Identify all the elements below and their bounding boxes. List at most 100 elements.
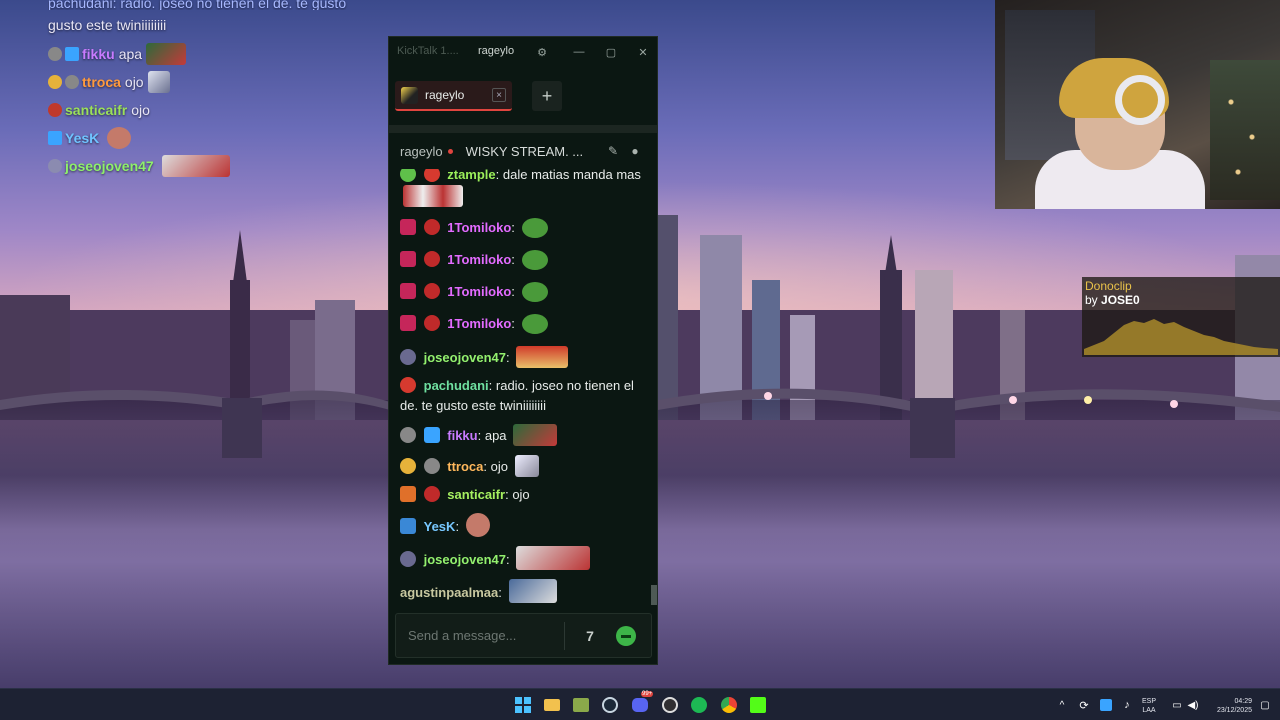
overlay-text: ojo — [131, 102, 150, 118]
window-titlebar[interactable]: KickTalk 1.... rageylo ⚙ — ▢ ✕ — [389, 37, 657, 67]
badge-icon — [400, 486, 416, 502]
webcam-feed — [995, 0, 1280, 209]
overlay-username: fikku — [82, 46, 115, 62]
badge-icon — [423, 283, 440, 299]
emote-icon — [508, 579, 557, 603]
microphone-icon[interactable]: ♪ — [1118, 696, 1136, 714]
emote-icon — [147, 71, 170, 93]
message-text: apa — [484, 428, 507, 443]
tab-close-icon[interactable]: × — [492, 88, 506, 102]
scrollbar-track[interactable] — [651, 169, 657, 606]
message-username[interactable]: santicaifr — [447, 487, 505, 502]
minimize-icon[interactable]: — — [570, 43, 588, 61]
message-username[interactable]: ttroca — [447, 459, 483, 474]
message-separator: : — [506, 552, 510, 567]
discord-icon[interactable]: 99+ — [631, 691, 654, 714]
app-icon[interactable] — [572, 696, 590, 714]
message-username[interactable]: fikku — [447, 428, 477, 443]
headphones-icon — [1115, 75, 1165, 125]
close-icon[interactable]: ✕ — [634, 43, 652, 61]
badge-icon — [48, 47, 62, 61]
pin-icon[interactable]: ✎ — [605, 143, 621, 159]
emote-icon — [107, 127, 132, 149]
overlay-line: santicaifr ojo — [48, 96, 368, 124]
send-icon[interactable] — [616, 626, 636, 646]
message-separator: : — [488, 378, 493, 393]
badge-icon — [400, 219, 416, 235]
chrome-icon[interactable] — [720, 696, 738, 714]
steam-icon[interactable] — [601, 696, 619, 714]
badge-icon — [400, 458, 416, 474]
message-username[interactable]: joseojoven47 — [424, 350, 506, 365]
message-username[interactable]: pachudani — [424, 378, 489, 393]
message-input[interactable] — [408, 628, 558, 643]
divider — [564, 622, 565, 650]
live-indicator — [447, 148, 453, 154]
badge-icon — [423, 251, 440, 267]
audio-waveform — [1084, 319, 1278, 355]
emote-picker-icon[interactable]: 7 — [579, 626, 601, 646]
message-username[interactable]: YesK — [424, 519, 456, 534]
badge-icon — [400, 283, 416, 299]
maximize-icon[interactable]: ▢ — [602, 43, 620, 61]
badge-icon — [400, 251, 416, 267]
message-username[interactable]: joseojoven47 — [424, 552, 506, 567]
message-username[interactable]: 1Tomiloko — [447, 220, 511, 235]
message-username[interactable]: agustinpaalmaa — [400, 585, 498, 600]
avatar — [401, 86, 418, 104]
file-explorer-icon[interactable] — [543, 696, 561, 714]
badge-icon — [400, 377, 416, 393]
taskbar: 99+ ^ ⟳ ♪ ESP LAA ▭ ◀) 04:29 23/12/2025 … — [0, 688, 1280, 720]
chat-message: joseojoven47: — [400, 346, 648, 368]
language-indicator[interactable]: ESP LAA — [1138, 697, 1160, 715]
message-username[interactable]: 1Tomiloko — [447, 316, 511, 331]
chevron-up-icon[interactable]: ^ — [1053, 696, 1071, 714]
clock-time: 04:29 — [1234, 698, 1252, 705]
badge-icon — [48, 103, 62, 117]
channel-header: rageylo WISKY STREAM. ... ✎ ● — [389, 133, 657, 169]
windows-start-icon[interactable] — [514, 696, 532, 714]
badge-icon — [400, 169, 416, 182]
donoclip-by: by JOSE0 — [1085, 293, 1140, 307]
overlay-line: YesK — [48, 124, 368, 152]
message-username[interactable]: ztample — [447, 169, 495, 182]
message-composer: 7 — [395, 613, 652, 658]
message-separator: : — [511, 316, 515, 331]
badge-icon — [48, 131, 62, 145]
clock-date: 23/12/2025 — [1216, 707, 1252, 714]
stream-overlay-chat: pachudani: radio. joseo no tienen el de.… — [48, 0, 368, 180]
overlay-username: santicaifr — [65, 102, 128, 118]
emote-icon — [521, 218, 548, 238]
chat-message: agustinpaalmaa: — [400, 579, 648, 603]
chat-message: ztample: dale matias manda mas — [400, 169, 648, 207]
overlay-username: joseojoven47 — [65, 158, 154, 174]
sync-icon[interactable]: ⟳ — [1075, 696, 1093, 714]
message-separator: : — [506, 350, 510, 365]
message-username[interactable]: 1Tomiloko — [447, 284, 511, 299]
gear-icon[interactable]: ⚙ — [533, 43, 551, 61]
message-separator: : — [498, 585, 502, 600]
obs-icon[interactable] — [661, 696, 679, 714]
scrollbar-thumb[interactable] — [651, 585, 657, 605]
badge-icon — [423, 486, 440, 502]
chat-message: joseojoven47: — [400, 546, 648, 570]
notifications-icon[interactable]: ▢ — [1256, 696, 1274, 714]
message-text: dale matias manda mas — [502, 169, 641, 182]
language-top: ESP — [1141, 698, 1156, 705]
add-tab-button[interactable]: + — [532, 81, 562, 111]
tab-rageylo[interactable]: rageylo × — [395, 81, 512, 111]
clock[interactable]: 04:29 23/12/2025 — [1200, 697, 1252, 715]
message-list[interactable]: ztample: dale matias manda mas 1Tomiloko… — [389, 169, 651, 606]
security-icon[interactable] — [1097, 696, 1115, 714]
emote-icon — [161, 155, 230, 177]
user-icon[interactable]: ● — [627, 143, 643, 159]
overlay-username: ttroca — [82, 74, 121, 90]
spotify-icon[interactable] — [690, 696, 708, 714]
emote-icon — [516, 546, 591, 570]
channel-name[interactable]: rageylo — [400, 144, 443, 159]
kick-icon[interactable] — [749, 696, 767, 714]
badge-icon — [423, 219, 440, 235]
badge-icon — [400, 551, 416, 567]
overlay-partial-message: pachudani: radio. joseo no tienen el de.… — [48, 0, 368, 10]
message-username[interactable]: 1Tomiloko — [447, 252, 511, 267]
